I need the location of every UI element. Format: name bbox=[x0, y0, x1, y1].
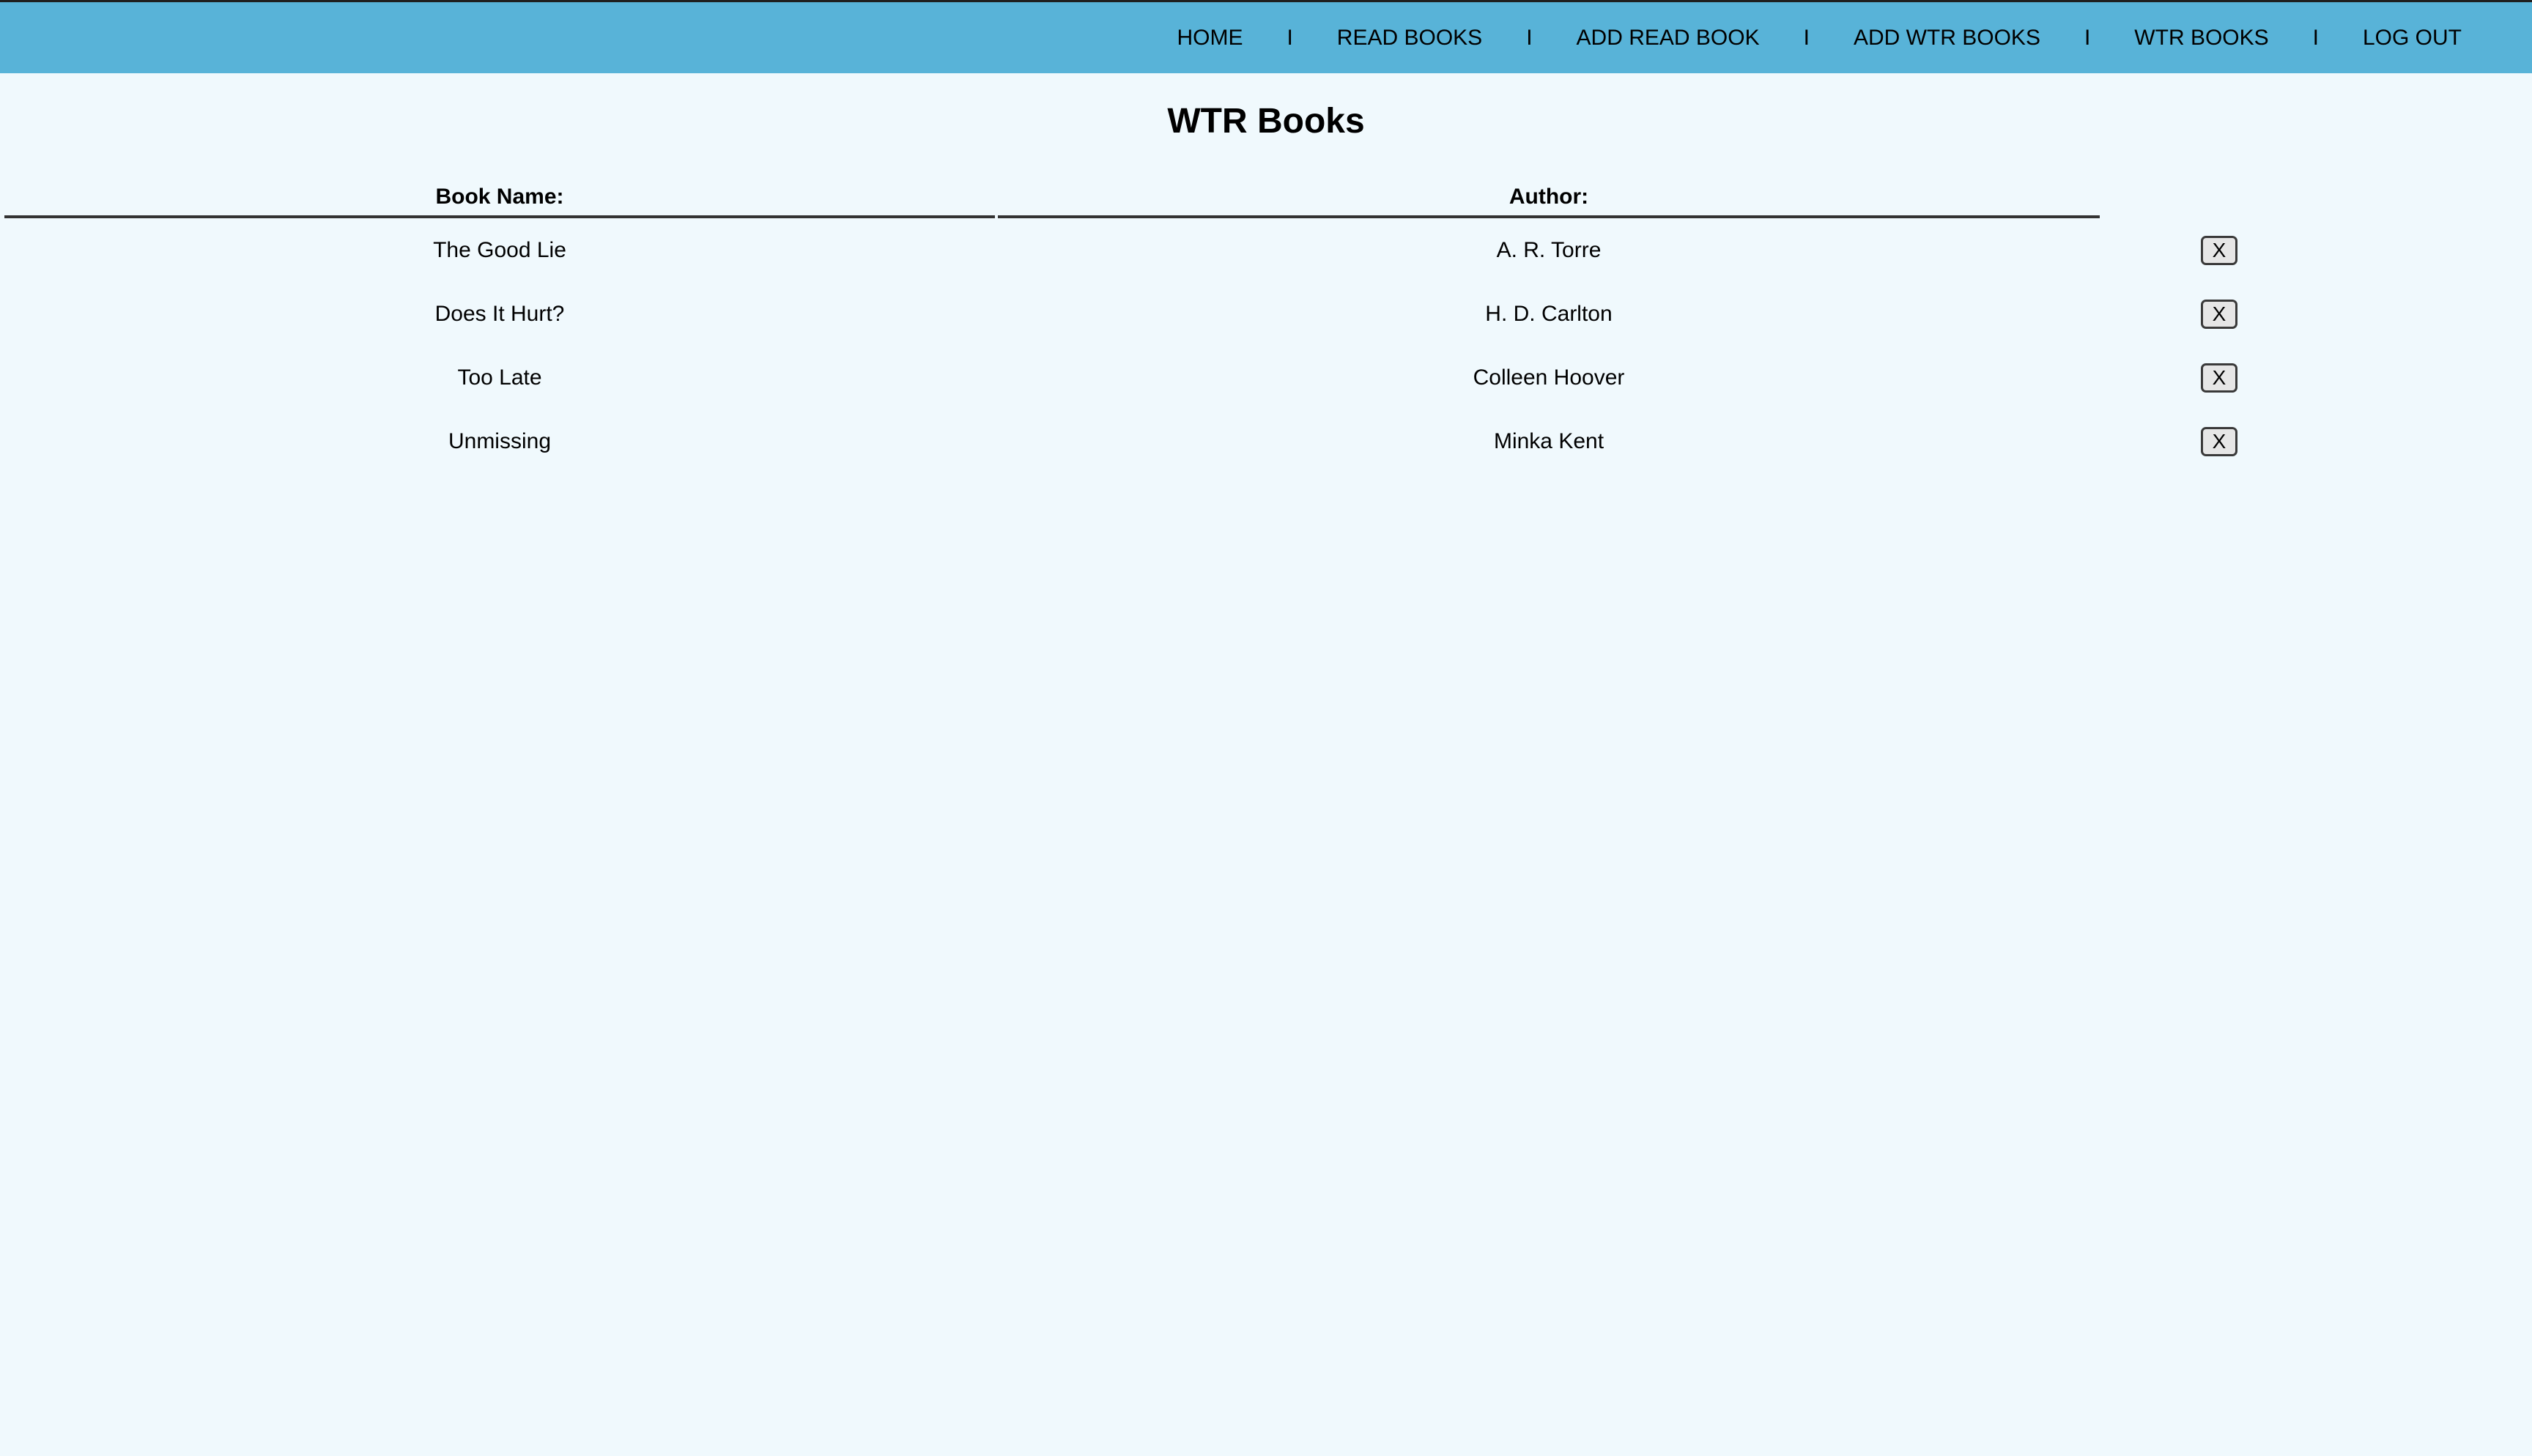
nav-link-add-read-book[interactable]: ADD READ BOOK bbox=[1577, 26, 1760, 50]
table-row: The Good Lie A. R. Torre X bbox=[4, 218, 2336, 282]
book-name-cell: Unmissing bbox=[448, 428, 552, 453]
action-cell: X bbox=[2103, 282, 2336, 346]
book-name-cell: Too Late bbox=[457, 365, 542, 390]
book-name-cell: The Good Lie bbox=[433, 237, 566, 262]
table-row: Does It Hurt? H. D. Carlton X bbox=[4, 282, 2336, 346]
author-cell: Minka Kent bbox=[1493, 428, 1604, 453]
table-row: Unmissing Minka Kent X bbox=[4, 409, 2336, 473]
delete-book-button[interactable]: X bbox=[2201, 299, 2237, 329]
author-cell: Colleen Hoover bbox=[1473, 365, 1625, 390]
nav-link-read-books[interactable]: READ BOOKS bbox=[1337, 26, 1482, 50]
author-cell: A. R. Torre bbox=[1496, 237, 1602, 262]
delete-book-button[interactable]: X bbox=[2201, 363, 2237, 393]
column-header-author: Author: bbox=[998, 179, 2100, 218]
action-cell: X bbox=[2103, 409, 2336, 473]
nav-separator: I bbox=[1803, 25, 1810, 50]
author-cell: H. D. Carlton bbox=[1485, 301, 1613, 326]
delete-book-button[interactable]: X bbox=[2201, 235, 2237, 265]
column-header-book-name: Book Name: bbox=[4, 179, 995, 218]
delete-book-button[interactable]: X bbox=[2201, 426, 2237, 456]
nav-link-log-out[interactable]: LOG OUT bbox=[2363, 26, 2462, 50]
table-header-row: Book Name: Author: bbox=[4, 179, 2336, 218]
page-title: WTR Books bbox=[1167, 102, 1365, 141]
action-cell: X bbox=[2103, 346, 2336, 409]
action-cell: X bbox=[2103, 218, 2336, 282]
table-row: Too Late Colleen Hoover X bbox=[4, 346, 2336, 409]
nav-link-add-wtr-books[interactable]: ADD WTR BOOKS bbox=[1854, 26, 2040, 50]
nav-link-wtr-books[interactable]: WTR BOOKS bbox=[2134, 26, 2268, 50]
wtr-books-table: Book Name: Author: The Good Lie A. R. To… bbox=[1, 179, 2339, 473]
nav-separator: I bbox=[1287, 25, 1293, 50]
nav-separator: I bbox=[2084, 25, 2091, 50]
nav-menu: HOME I READ BOOKS I ADD READ BOOK I ADD … bbox=[1177, 2, 2462, 73]
top-navbar: HOME I READ BOOKS I ADD READ BOOK I ADD … bbox=[0, 0, 2532, 73]
column-header-actions bbox=[2103, 179, 2336, 218]
book-name-cell: Does It Hurt? bbox=[434, 301, 565, 326]
nav-separator: I bbox=[2312, 25, 2319, 50]
nav-link-home[interactable]: HOME bbox=[1177, 26, 1243, 50]
nav-separator: I bbox=[1526, 25, 1533, 50]
